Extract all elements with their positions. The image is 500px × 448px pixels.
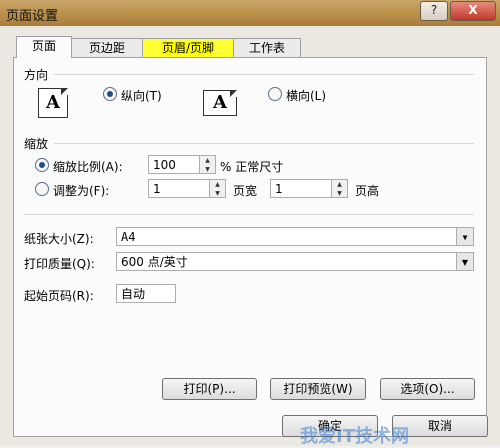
tab-header-footer-label: 页眉/页脚: [161, 41, 215, 55]
landscape-radio[interactable]: [268, 87, 282, 101]
adjust-to-radio[interactable]: [35, 158, 49, 172]
tab-sheet[interactable]: 工作表: [233, 38, 301, 57]
print-preview-button[interactable]: 打印预览(W): [270, 378, 366, 400]
title-bar: 页面设置 ? X: [0, 0, 500, 27]
fit-to-label[interactable]: 调整为(F):: [53, 182, 109, 199]
paper-size-label: 纸张大小(Z):: [24, 232, 94, 246]
fit-wide-unit: 页宽: [233, 184, 258, 198]
portrait-label[interactable]: 纵向(T): [121, 87, 162, 104]
scaling-heading: 缩放: [24, 137, 49, 151]
first-page-input[interactable]: 自动: [116, 284, 176, 303]
fit-tall-spinner[interactable]: ▲ ▼: [332, 179, 348, 198]
first-page-label: 起始页码(R):: [24, 289, 94, 303]
fit-wide-input[interactable]: 1: [148, 179, 210, 198]
window-title: 页面设置: [6, 9, 59, 24]
watermark-logo: 我爱IT技术网: [300, 426, 409, 447]
orientation-divider: [54, 74, 474, 75]
tab-page[interactable]: 页面: [16, 36, 72, 58]
adjust-to-input[interactable]: 100: [148, 155, 200, 174]
page-tab-panel: 方向 A 纵向(T) A 横向(L) 缩放 缩放比例(A): 100 ▲ ▼ % …: [13, 57, 487, 437]
section-divider: [24, 214, 474, 215]
tab-header-footer[interactable]: 页眉/页脚: [142, 38, 234, 57]
print-button[interactable]: 打印(P)...: [162, 378, 257, 400]
adjust-to-label[interactable]: 缩放比例(A):: [53, 158, 123, 175]
print-quality-select[interactable]: 600 点/英寸 ▼: [116, 252, 474, 271]
dialog-body: 页面 页边距 页眉/页脚 工作表 方向 A 纵向(T) A 横向(L) 缩放 缩…: [0, 26, 500, 447]
fit-wide-spinner[interactable]: ▲ ▼: [210, 179, 226, 198]
landscape-label[interactable]: 横向(L): [286, 87, 326, 104]
paper-size-select[interactable]: A4 ▼: [116, 227, 474, 246]
scaling-divider: [54, 143, 474, 144]
orientation-heading: 方向: [24, 68, 49, 82]
options-button[interactable]: 选项(O)...: [380, 378, 475, 400]
print-quality-value: 600 点/英寸: [121, 255, 188, 269]
tab-margins[interactable]: 页边距: [71, 38, 143, 57]
landscape-page-icon: A: [203, 90, 237, 116]
print-quality-label: 打印质量(Q):: [24, 257, 95, 271]
paper-size-value: A4: [121, 230, 136, 244]
portrait-radio[interactable]: [103, 87, 117, 101]
close-button[interactable]: X: [450, 1, 496, 21]
portrait-page-icon: A: [38, 88, 68, 118]
fit-to-radio[interactable]: [35, 182, 49, 196]
adjust-to-spinner[interactable]: ▲ ▼: [200, 155, 216, 174]
help-button[interactable]: ?: [420, 1, 448, 21]
adjust-to-unit: % 正常尺寸: [220, 160, 284, 174]
fit-tall-input[interactable]: 1: [270, 179, 332, 198]
paper-size-dropdown-icon[interactable]: ▼: [456, 228, 473, 245]
print-quality-dropdown-icon[interactable]: ▼: [456, 253, 473, 270]
fit-tall-unit: 页高: [355, 184, 380, 198]
